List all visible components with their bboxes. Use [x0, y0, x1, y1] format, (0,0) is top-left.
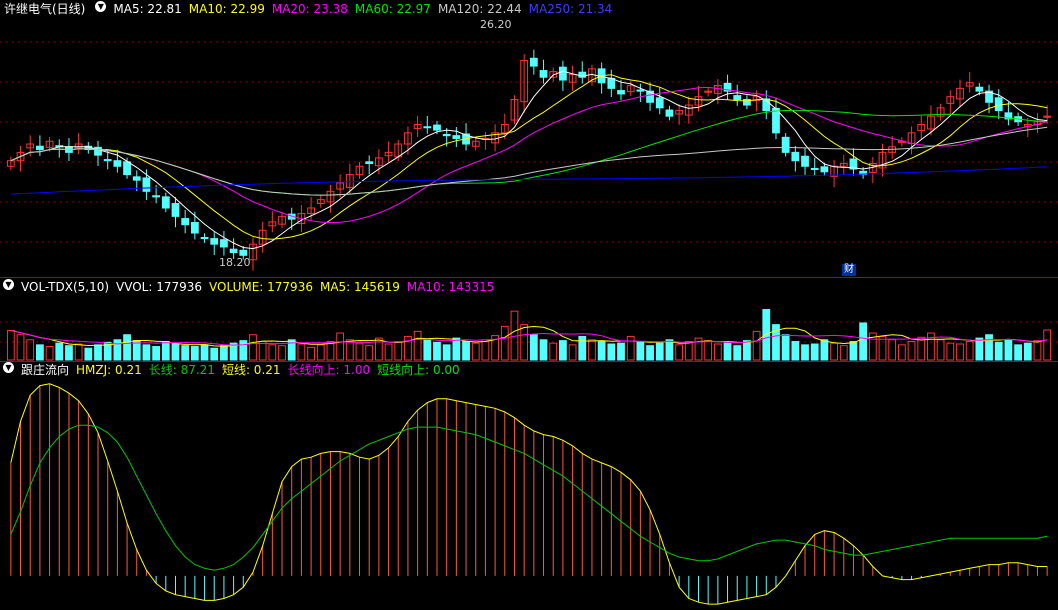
volume-label: VOLUME: 177936 — [209, 280, 313, 294]
price-panel[interactable]: 许继电气(日线) ▼ MA5: 22.81 MA10: 22.99 MA20: … — [0, 0, 1058, 278]
indicator-legend: ▼ 跟庄流向 HMZJ: 0.21 长线: 87.21 短线: 0.21 长线向… — [0, 362, 467, 378]
long-line-label: 长线: 87.21 — [148, 363, 215, 377]
low-price-label: 18.20 — [219, 256, 251, 269]
vvol-label: VVOL: 177936 — [116, 280, 203, 294]
ma120-label: MA120: 22.44 — [437, 2, 522, 16]
indicator-name: 跟庄流向 — [21, 363, 70, 377]
volume-legend: ▼ VOL-TDX(5,10) VVOL: 177936 VOLUME: 177… — [0, 279, 501, 295]
short-up-label: 短线向上: 0.00 — [377, 363, 460, 377]
hmzj-label: HMZJ: 0.21 — [76, 363, 142, 377]
indicator-collapse-icon[interactable]: ▼ — [3, 362, 14, 373]
vol-ma5-label: MA5: 145619 — [319, 280, 400, 294]
short-line-label: 短线: 0.21 — [221, 363, 281, 377]
price-legend: 许继电气(日线) ▼ MA5: 22.81 MA10: 22.99 MA20: … — [0, 1, 619, 17]
vol-ma10-label: MA10: 143315 — [406, 280, 495, 294]
collapse-icon[interactable]: ▼ — [95, 1, 107, 12]
volume-name: VOL-TDX(5,10) — [21, 280, 110, 294]
ma20-label: MA20: 23.38 — [271, 2, 348, 16]
indicator-panel[interactable]: ▼ 跟庄流向 HMZJ: 0.21 长线: 87.21 短线: 0.21 长线向… — [0, 362, 1058, 610]
high-price-label: 26.20 — [480, 18, 512, 31]
ma10-label: MA10: 22.99 — [188, 2, 265, 16]
volume-collapse-icon[interactable]: ▼ — [3, 279, 14, 290]
long-up-label: 长线向上: 1.00 — [287, 363, 371, 377]
volume-panel[interactable]: ▼ VOL-TDX(5,10) VVOL: 177936 VOLUME: 177… — [0, 278, 1058, 362]
finance-marker[interactable]: 财 — [842, 264, 856, 276]
ma250-label: MA250: 21.34 — [528, 2, 613, 16]
ma5-label: MA5: 22.81 — [113, 2, 182, 16]
stock-name: 许继电气(日线) — [4, 2, 86, 16]
ma60-label: MA60: 22.97 — [354, 2, 431, 16]
